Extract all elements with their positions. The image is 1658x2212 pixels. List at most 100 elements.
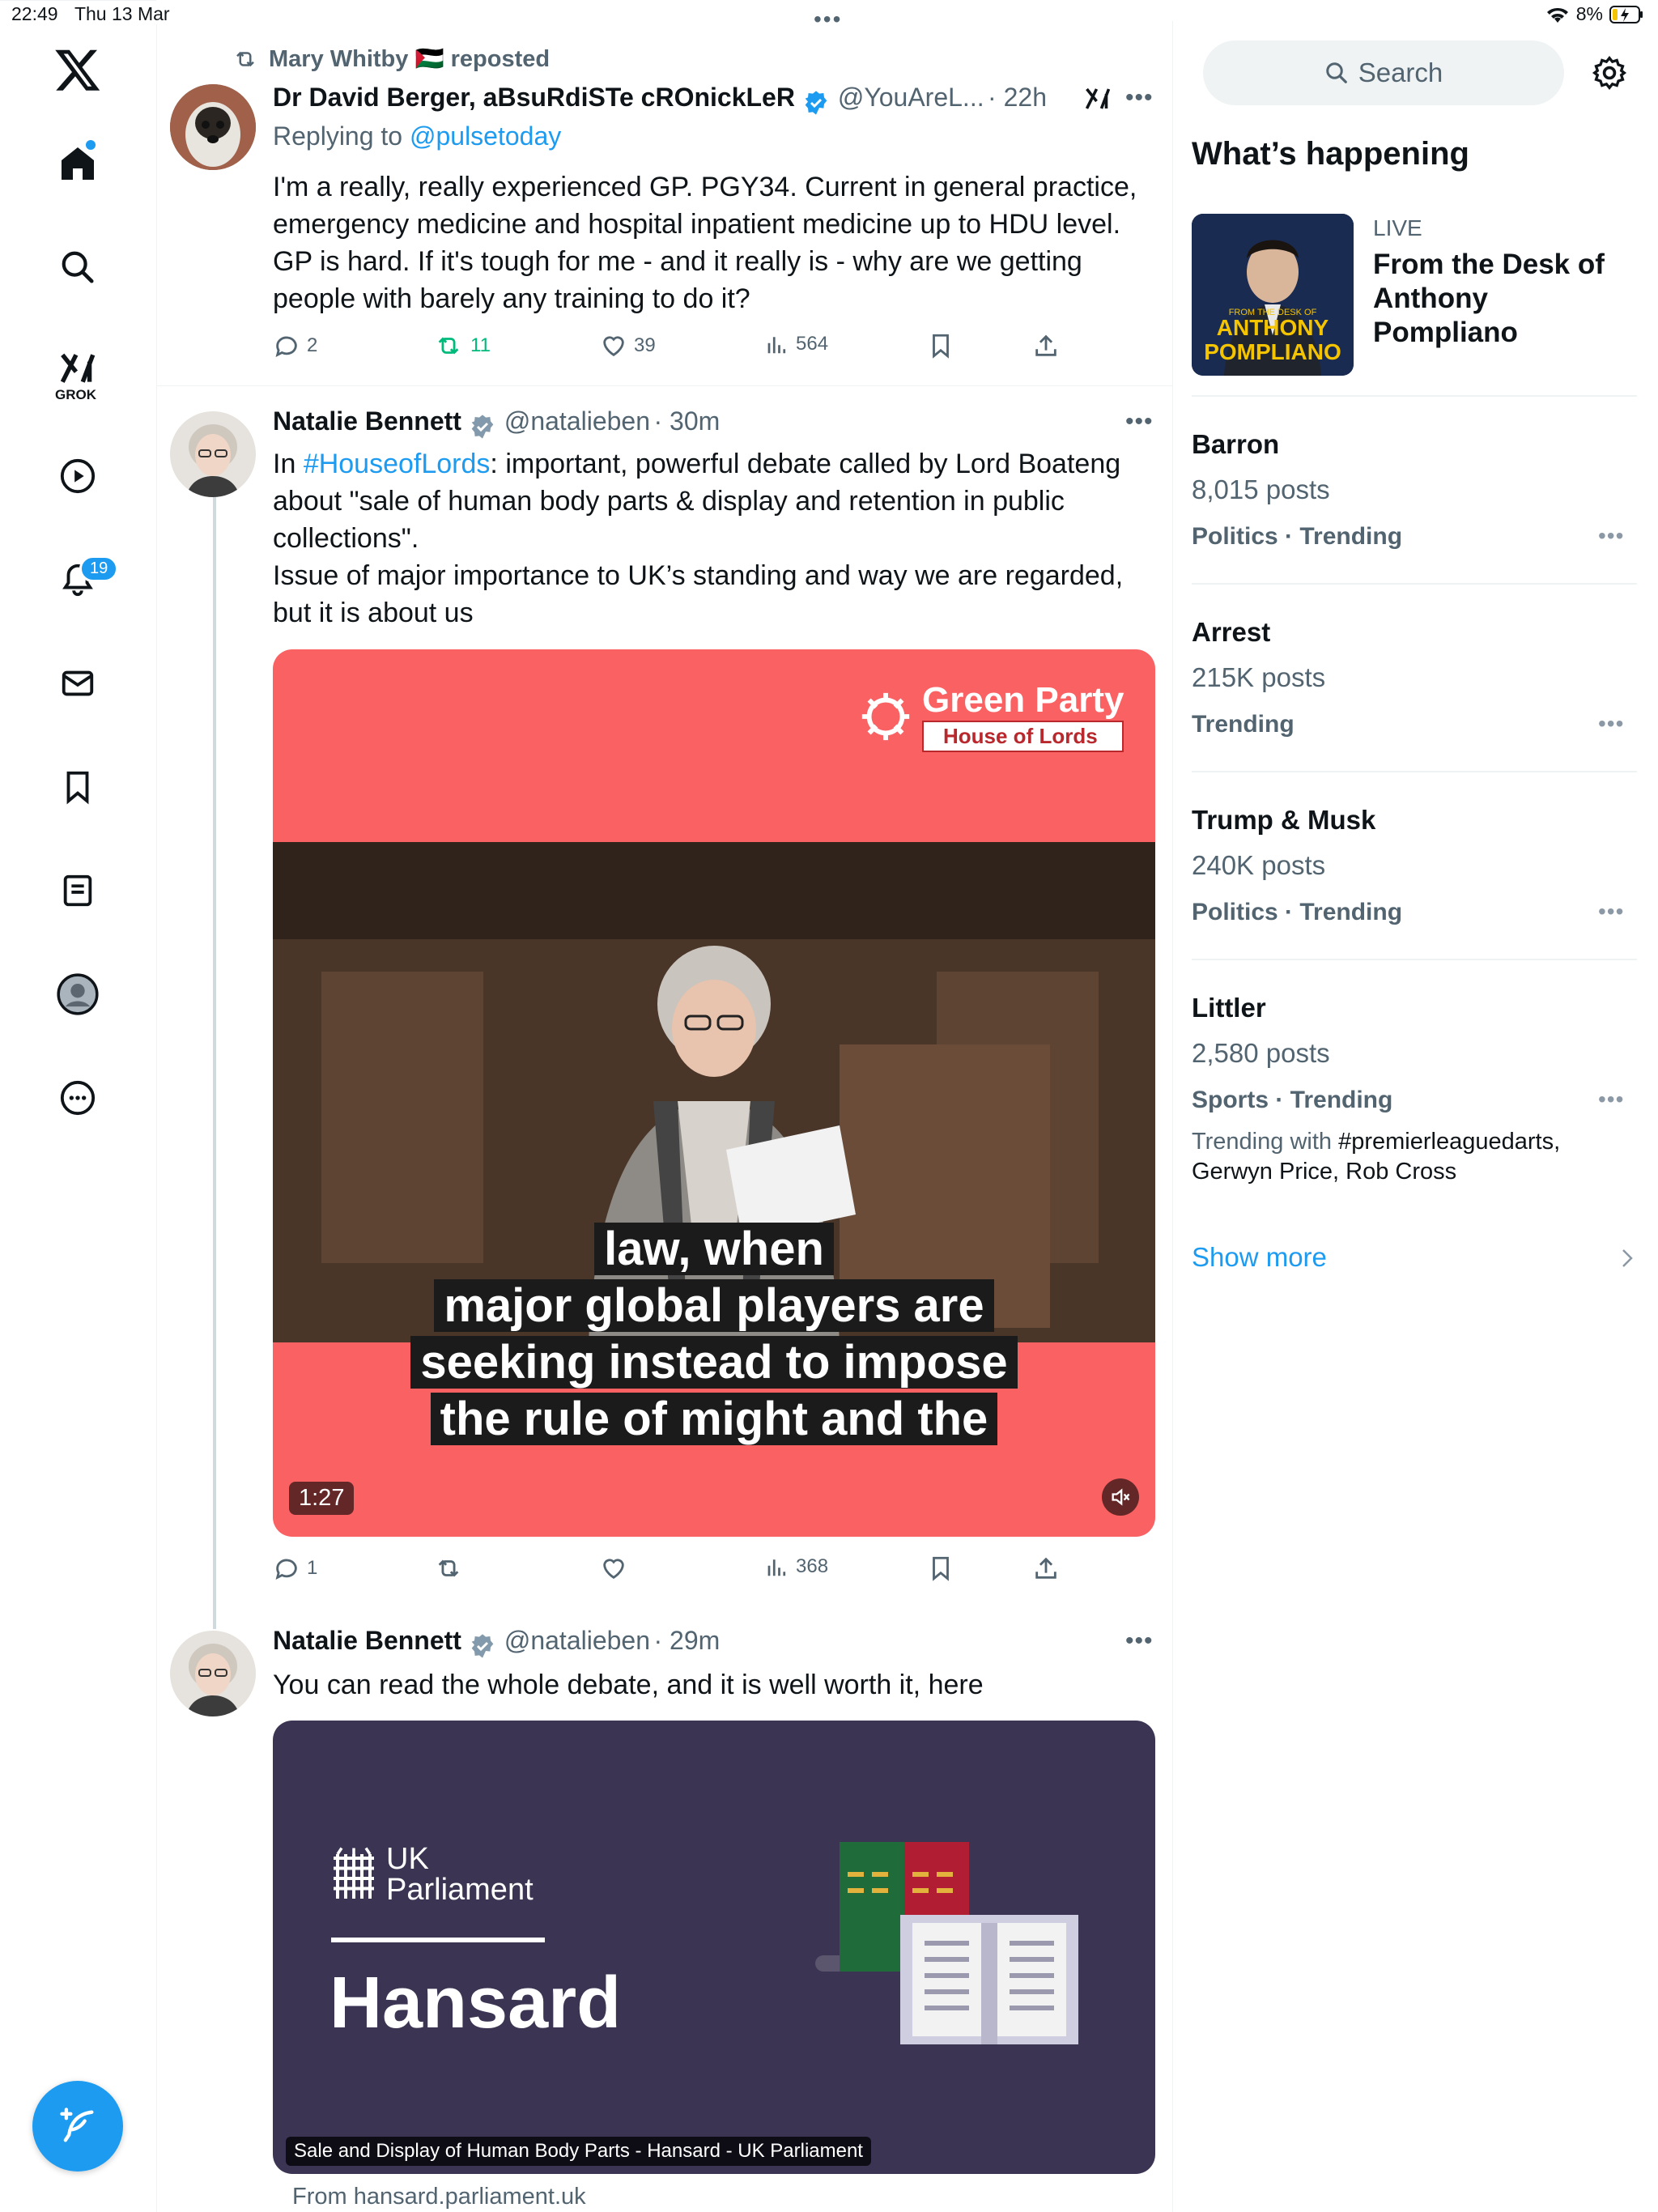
repost-label[interactable]: Mary Whitby 🇵🇸 reposted xyxy=(269,45,550,73)
video-caption-line: the rule of might and the xyxy=(273,1391,1155,1448)
home-icon[interactable] xyxy=(45,131,110,196)
author-handle[interactable]: @natalieben xyxy=(504,1626,650,1655)
wifi-icon xyxy=(1546,7,1568,23)
share-button[interactable] xyxy=(1032,332,1060,359)
green-party-logo-icon xyxy=(861,692,910,740)
brand-name: Green Party xyxy=(922,680,1124,720)
settings-gear-icon[interactable] xyxy=(1592,55,1627,91)
lists-icon[interactable] xyxy=(45,858,110,923)
trend-category: Trending xyxy=(1192,711,1295,738)
live-tag: LIVE xyxy=(1373,215,1422,240)
views-button[interactable]: 564 xyxy=(765,332,828,356)
author-name[interactable]: Natalie Bennett xyxy=(273,1626,461,1655)
trend-title[interactable]: Barron xyxy=(1192,429,1279,460)
link-card[interactable]: UK Parliament Hansard Sale and Display o… xyxy=(273,1721,1155,2174)
trend-title[interactable]: Trump & Musk xyxy=(1192,805,1375,836)
thumb-title: ANTHONY POMPLIANO xyxy=(1192,316,1354,364)
book-illustration-icon xyxy=(815,1834,1090,2109)
video-icon[interactable] xyxy=(45,444,110,508)
repost-count: 11 xyxy=(470,334,491,356)
bookmarks-icon[interactable] xyxy=(45,755,110,819)
more-icon[interactable] xyxy=(45,1066,110,1130)
caption-line-1: law, when xyxy=(594,1223,834,1275)
reply-button[interactable]: 2 xyxy=(273,332,317,359)
like-button[interactable] xyxy=(600,1555,627,1582)
trend-more-button[interactable]: ••• xyxy=(1598,899,1624,925)
repost-button[interactable] xyxy=(433,1555,464,1582)
repost-icon xyxy=(438,1559,459,1577)
reply-count: 2 xyxy=(307,334,318,356)
tweet-time[interactable]: · 22h xyxy=(988,83,1047,112)
hashtag-link[interactable]: #HouseofLords xyxy=(304,449,491,479)
replying-prefix: Replying to xyxy=(273,121,410,151)
video-caption-line: law, when xyxy=(273,1221,1155,1278)
tweet-time[interactable]: · 29m xyxy=(653,1626,720,1655)
muted-speaker-icon xyxy=(1112,1488,1130,1506)
avatar[interactable] xyxy=(170,84,256,170)
bookmark-icon xyxy=(933,334,949,359)
trend-count: 240K posts xyxy=(1192,850,1326,880)
org-line1: UK xyxy=(386,1842,429,1876)
trending-with-tag[interactable]: #premierleaguedarts, xyxy=(1338,1129,1560,1155)
reply-icon xyxy=(275,336,297,357)
status-right: 8% xyxy=(1545,3,1643,25)
profile-icon[interactable] xyxy=(45,962,110,1027)
tweet-text: I'm a really, really experienced GP. PGY… xyxy=(273,172,1137,314)
sidebar-divider xyxy=(1192,395,1637,397)
trend-more-button[interactable]: ••• xyxy=(1598,711,1624,737)
grok-explain-icon[interactable] xyxy=(1083,84,1112,113)
verified-badge-icon xyxy=(470,414,495,440)
trend-count: 8,015 posts xyxy=(1192,474,1330,504)
x-logo-icon[interactable] xyxy=(45,45,110,94)
bookmark-button[interactable] xyxy=(927,332,954,359)
tweet-header: Natalie Bennett @natalieben · 30m xyxy=(273,406,720,440)
avatar[interactable] xyxy=(170,411,256,497)
like-button[interactable]: 39 xyxy=(600,332,656,359)
share-button[interactable] xyxy=(1032,1555,1060,1582)
status-time: 22:49 xyxy=(11,3,58,24)
chevron-right-icon xyxy=(1619,1247,1635,1270)
live-thumbnail[interactable]: FROM THE DESK OF ANTHONY POMPLIANO xyxy=(1192,214,1354,376)
grok-label: GROK xyxy=(55,387,96,402)
replying-to-link[interactable]: @pulsetoday xyxy=(410,121,561,151)
verified-badge-icon xyxy=(470,1633,495,1659)
tweet-time[interactable]: · 30m xyxy=(653,406,720,436)
mute-button[interactable] xyxy=(1102,1478,1139,1516)
verified-badge-icon xyxy=(803,90,829,116)
author-handle[interactable]: @natalieben xyxy=(504,406,650,436)
tweet-text-line2: Issue of major importance to UK’s standi… xyxy=(273,560,1124,628)
avatar[interactable] xyxy=(170,1631,256,1716)
author-name[interactable]: Natalie Bennett xyxy=(273,406,461,436)
tweet-more-button[interactable]: ••• xyxy=(1125,408,1154,436)
caption-line-3: seeking instead to impose xyxy=(410,1336,1018,1389)
reply-button[interactable]: 1 xyxy=(273,1555,317,1582)
live-title[interactable]: From the Desk of Anthony Pompliano xyxy=(1373,248,1640,350)
search-input[interactable]: Search xyxy=(1203,40,1564,105)
trend-title[interactable]: Arrest xyxy=(1192,617,1270,648)
tweet-more-button[interactable]: ••• xyxy=(1125,1627,1154,1655)
thumb-big2: POMPLIANO xyxy=(1204,339,1341,364)
search-icon[interactable] xyxy=(45,235,110,300)
trending-with-rest[interactable]: Gerwyn Price, Rob Cross xyxy=(1192,1159,1456,1185)
bookmark-button[interactable] xyxy=(927,1555,954,1582)
like-count: 39 xyxy=(634,334,656,356)
author-handle[interactable]: @YouAreL... xyxy=(838,83,984,112)
show-more-link[interactable]: Show more xyxy=(1192,1242,1327,1273)
video-caption-line: seeking instead to impose xyxy=(273,1334,1155,1391)
link-source[interactable]: From hansard.parliament.uk xyxy=(292,2184,586,2210)
trend-more-button[interactable]: ••• xyxy=(1598,1087,1624,1112)
tweet-actions: 1 368 xyxy=(273,1555,1082,1587)
bookmark-icon xyxy=(933,1556,949,1581)
repost-button[interactable]: 11 xyxy=(433,332,491,359)
link-card-caption: Sale and Display of Human Body Parts - H… xyxy=(286,2137,871,2166)
compose-post-button[interactable] xyxy=(32,2081,123,2172)
author-name[interactable]: Dr David Berger, aBsuRdiSTe cROnickLeR xyxy=(273,83,795,112)
trend-category: Sports · Trending xyxy=(1192,1087,1393,1113)
trend-more-button[interactable]: ••• xyxy=(1598,523,1624,549)
video-player[interactable]: Green Party House of Lords law, when maj… xyxy=(273,649,1155,1537)
trend-title[interactable]: Littler xyxy=(1192,993,1266,1023)
views-button[interactable]: 368 xyxy=(765,1555,828,1579)
messages-icon[interactable] xyxy=(45,651,110,716)
views-count: 564 xyxy=(796,333,829,355)
tweet-more-button[interactable]: ••• xyxy=(1125,84,1154,112)
